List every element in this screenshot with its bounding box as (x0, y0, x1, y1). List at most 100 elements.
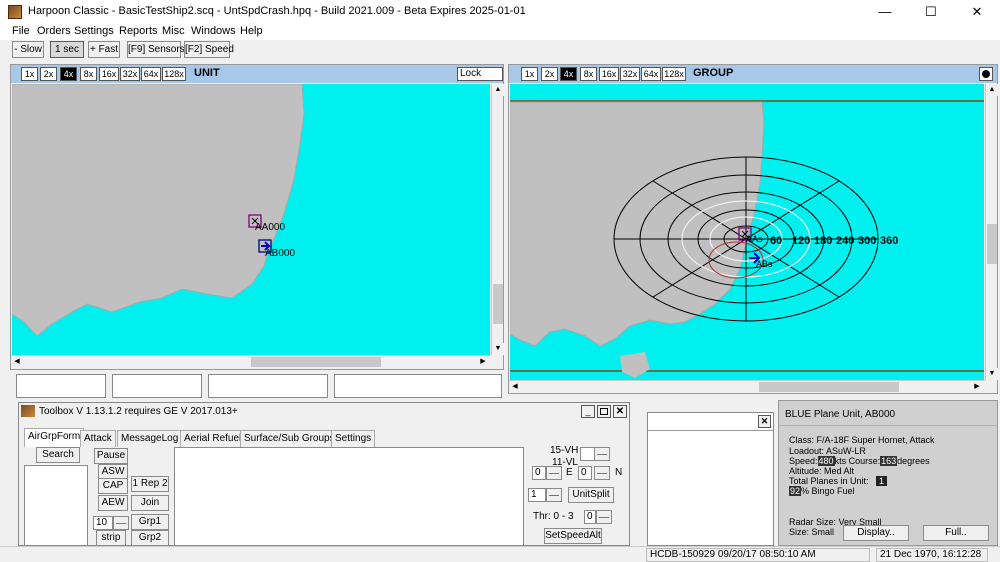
split-spinner[interactable] (546, 488, 562, 502)
group-map[interactable]: 60 120 180 240 300 360 AAs ABs (510, 84, 984, 380)
tab-settings[interactable]: Settings (331, 430, 376, 447)
slow-button[interactable]: - Slow (12, 41, 44, 58)
setspeedalt-button[interactable]: SetSpeedAlt (544, 528, 602, 544)
island (620, 352, 650, 378)
unit-zoom-1x[interactable]: 1x (21, 67, 38, 81)
number-spinner[interactable] (113, 516, 129, 530)
menu-misc[interactable]: Misc (162, 25, 185, 37)
unit-zoom-128x[interactable]: 128x (162, 67, 186, 81)
east-field[interactable]: 0 (532, 466, 546, 480)
tab-attack[interactable]: Attack (80, 430, 116, 447)
list-cell[interactable] (208, 374, 328, 398)
grp1-button[interactable]: Grp1 (131, 514, 169, 530)
unit-map[interactable]: AA000 AB000 (12, 84, 490, 355)
full-button[interactable]: Full.. (923, 525, 989, 541)
unit-zoom-2x[interactable]: 2x (40, 67, 57, 81)
throttle-spinner[interactable] (596, 510, 612, 524)
group-vscroll[interactable]: ▲ ▼ (985, 84, 998, 380)
tab-messagelog[interactable]: MessageLog (117, 430, 183, 447)
fast-button[interactable]: + Fast (88, 41, 120, 58)
altitude-spinner[interactable] (594, 447, 610, 461)
fuel-value: 92 (789, 486, 802, 496)
toolbox-text-area[interactable] (174, 447, 524, 546)
status-build: HCDB-150929 09/20/17 08:50:10 AM (646, 548, 870, 562)
cap-button[interactable]: CAP (98, 478, 128, 494)
group-map-svg: 60 120 180 240 300 360 AAs ABs (510, 100, 984, 378)
menu-reports[interactable]: Reports (119, 25, 158, 37)
split-field[interactable]: 1 (528, 488, 546, 502)
minimize-button[interactable]: — (862, 0, 908, 24)
group-listbox[interactable] (24, 465, 88, 546)
scroll-thumb[interactable] (987, 224, 997, 264)
menu-settings[interactable]: Settings (74, 25, 114, 37)
message-panel[interactable]: ✕ (647, 412, 774, 546)
group-zoom-32x[interactable]: 32x (620, 67, 640, 81)
scroll-up-icon[interactable]: ▲ (986, 84, 998, 96)
close-button[interactable]: ✕ (954, 0, 1000, 24)
list-cell[interactable] (334, 374, 502, 398)
one-sec-button[interactable]: 1 sec (50, 41, 84, 58)
unit-zoom-4x[interactable]: 4x (60, 67, 77, 81)
north-field[interactable]: 0 (578, 466, 592, 480)
list-cell[interactable] (112, 374, 202, 398)
unit-zoom-32x[interactable]: 32x (120, 67, 140, 81)
speed-button[interactable]: [F2] Speed (184, 41, 234, 58)
east-spinner[interactable] (546, 466, 562, 480)
group-zoom-64x[interactable]: 64x (641, 67, 661, 81)
number-field[interactable]: 10 (93, 516, 113, 530)
record-icon (982, 70, 990, 78)
scroll-down-icon[interactable]: ▼ (492, 343, 504, 355)
menu-windows[interactable]: Windows (191, 25, 236, 37)
menu-help[interactable]: Help (240, 25, 263, 37)
search-button[interactable]: Search (36, 447, 80, 463)
group-zoom-128x[interactable]: 128x (662, 67, 686, 81)
group-zoom-8x[interactable]: 8x (580, 67, 597, 81)
tab-airgrpform[interactable]: AirGrpForm (24, 428, 85, 447)
course-value[interactable]: 163 (880, 456, 898, 466)
scroll-thumb[interactable] (759, 382, 899, 392)
unit-zoom-8x[interactable]: 8x (80, 67, 97, 81)
scroll-thumb[interactable] (251, 357, 381, 367)
range-label-240: 240 (836, 235, 854, 247)
aew-button[interactable]: AEW (98, 495, 128, 511)
unitsplit-button[interactable]: UnitSplit (568, 487, 614, 503)
unit-zoom-16x[interactable]: 16x (99, 67, 119, 81)
group-zoom-1x[interactable]: 1x (521, 67, 538, 81)
unit-hscroll[interactable]: ◀ ▶ (11, 355, 491, 368)
display-button[interactable]: Display.. (843, 525, 909, 541)
scroll-right-icon[interactable]: ▶ (477, 356, 489, 368)
tab-surface-sub-groups[interactable]: Surface/Sub Groups (240, 430, 339, 447)
list-cell[interactable] (16, 374, 106, 398)
group-zoom-2x[interactable]: 2x (541, 67, 558, 81)
north-spinner[interactable] (594, 466, 610, 480)
unit-zoom-64x[interactable]: 64x (141, 67, 161, 81)
group-zoom-16x[interactable]: 16x (599, 67, 619, 81)
scroll-left-icon[interactable]: ◀ (509, 381, 521, 393)
menu-file[interactable]: File (12, 25, 30, 37)
toolbox-maximize-button[interactable] (597, 405, 611, 418)
strip-button[interactable]: strip (96, 530, 126, 546)
join-button[interactable]: Join (131, 495, 169, 511)
rep2-button[interactable]: 1 Rep 2 (131, 476, 169, 492)
group-zoom-4x[interactable]: 4x (560, 67, 577, 81)
scroll-up-icon[interactable]: ▲ (492, 84, 504, 96)
close-icon[interactable]: ✕ (758, 415, 771, 428)
sensors-button[interactable]: [F9] Sensors (127, 41, 185, 58)
record-toggle[interactable] (979, 67, 993, 81)
scroll-thumb[interactable] (493, 284, 503, 324)
throttle-field[interactable]: 0 (584, 510, 596, 524)
grp2-button[interactable]: Grp2 (131, 530, 169, 546)
pause-button[interactable]: Pause (94, 448, 128, 464)
unit-vscroll[interactable]: ▲ ▼ (491, 84, 504, 355)
menu-orders[interactable]: Orders (37, 25, 71, 37)
lock-field[interactable]: Lock (457, 67, 503, 81)
group-hscroll[interactable]: ◀ ▶ (509, 380, 985, 393)
toolbox-close-button[interactable]: ✕ (613, 405, 627, 418)
maximize-button[interactable]: ☐ (908, 0, 954, 24)
scroll-down-icon[interactable]: ▼ (986, 368, 998, 380)
toolbox-minimize-button[interactable]: _ (581, 405, 595, 418)
scroll-right-icon[interactable]: ▶ (971, 381, 983, 393)
scroll-left-icon[interactable]: ◀ (11, 356, 23, 368)
speed-value[interactable]: 480 (817, 456, 835, 466)
tab-aerial-refuel[interactable]: Aerial Refuel (180, 430, 246, 447)
